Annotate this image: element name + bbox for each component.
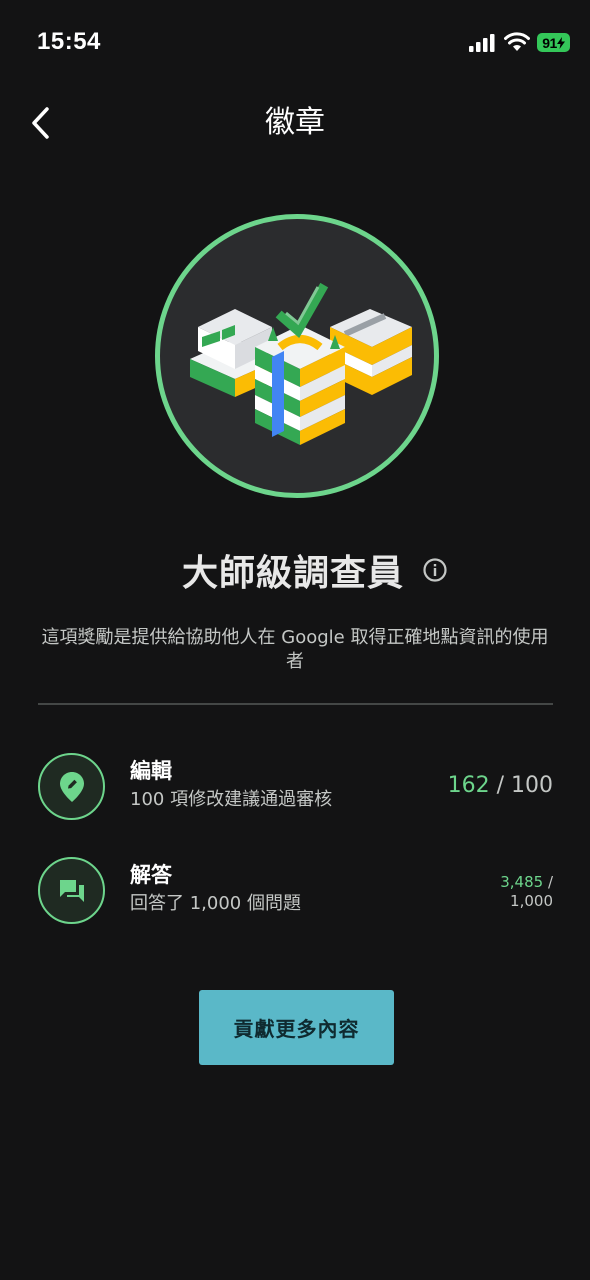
divider <box>38 703 553 705</box>
edit-pin-icon <box>38 753 105 820</box>
progress-target: 100 <box>511 773 553 798</box>
buildings-checkmark-illustration <box>190 282 412 445</box>
progress-current: 162 <box>447 773 490 798</box>
requirement-edits: 編輯 100 項修改建議通過審核 162 / 100 <box>38 753 553 821</box>
requirement-title: 解答 <box>130 863 172 887</box>
page-title: 徽章 <box>265 105 325 140</box>
requirement-title: 編輯 <box>130 759 172 783</box>
question-answer-icon <box>38 857 105 924</box>
badge-description: 這項獎勵是提供給協助他人在 Google 取得正確地點資訊的使用者 <box>41 627 549 672</box>
contribute-more-button[interactable]: 貢獻更多內容 <box>199 990 394 1065</box>
requirement-progress: 162 / 100 <box>448 773 553 798</box>
wifi-icon <box>504 32 530 51</box>
progress-separator: / <box>489 773 511 798</box>
signal-icon <box>469 34 495 52</box>
status-bar: 15:54 91 <box>0 0 590 88</box>
requirement-answers: 解答 回答了 1,000 個問題 3,485 / 1,000 <box>38 857 553 925</box>
progress-separator: / <box>543 873 553 891</box>
charging-bolt-icon <box>556 36 565 49</box>
battery-level: 91 <box>542 34 557 51</box>
progress-current: 3,485 <box>500 873 544 891</box>
requirement-subtitle: 100 項修改建議通過審核 <box>130 789 333 810</box>
status-time: 15:54 <box>37 28 101 55</box>
requirement-subtitle: 回答了 1,000 個問題 <box>130 893 301 914</box>
progress-target: 1,000 <box>510 892 553 910</box>
battery-icon: 91 <box>537 33 570 52</box>
info-icon[interactable] <box>422 557 448 583</box>
badge-title: 大師級調查員 <box>181 553 404 594</box>
badge-detail-screen: 15:54 91 徽章 大師級調查員 這項獎勵是提供給協助他人在 Google … <box>0 0 590 1280</box>
requirement-progress: 3,485 / 1,000 <box>500 873 553 911</box>
badge-title-row: 大師級調查員 <box>0 542 590 598</box>
badge-image <box>155 214 439 498</box>
